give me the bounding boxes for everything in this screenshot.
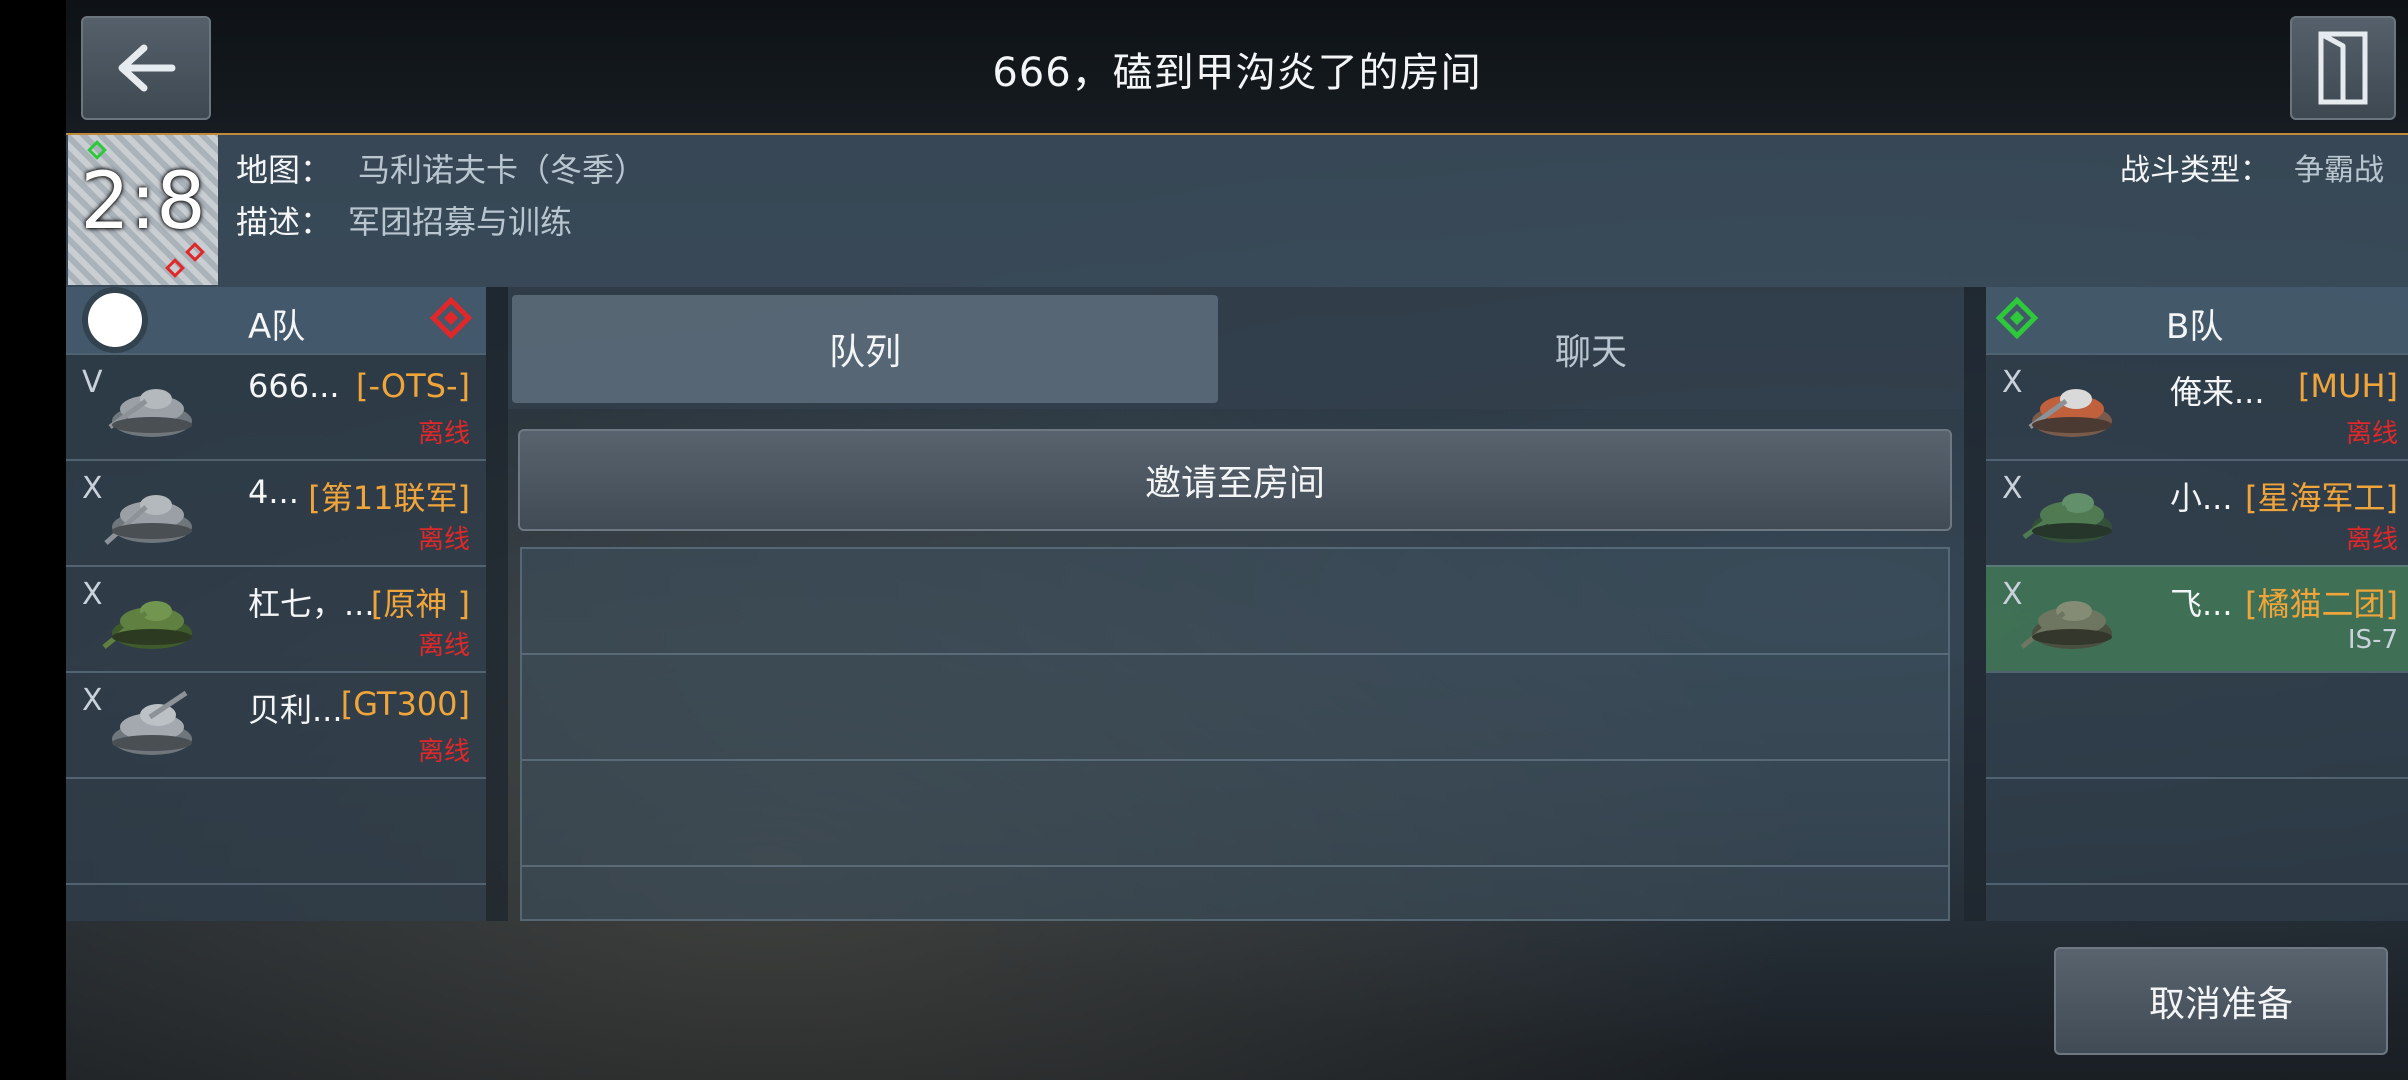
battle-type-label: 战斗类型：: [2120, 153, 2270, 188]
player-row[interactable]: V 666... [-OTS-] 离线: [66, 353, 486, 459]
list-divider: [522, 653, 1948, 655]
minimap-thumbnail[interactable]: 2:8: [68, 135, 218, 285]
team-b-name: B队: [2166, 307, 2224, 347]
empty-slot: [1986, 777, 2408, 883]
team-b-diamond-icon: [1995, 296, 2039, 340]
player-row[interactable]: X 俺来... [MUH] 离线: [1986, 353, 2408, 459]
player-name: 小...: [2170, 479, 2233, 517]
player-status: 离线: [417, 737, 470, 767]
player-row[interactable]: X 杠七，... [原神 ] 离线: [66, 565, 486, 671]
tank-icon: [2028, 389, 2112, 437]
exit-door-icon: [2318, 31, 2368, 105]
tank-icon: [2020, 601, 2112, 649]
list-divider: [522, 865, 1948, 867]
tank-icon: [2022, 493, 2112, 543]
player-name: 俺来...: [2170, 373, 2265, 411]
tank-icon: [102, 601, 192, 649]
room-screen: 666，磕到甲沟炎了的房间 2:8 地图： 马利诺夫卡（冬季） 描述： 军团招募…: [66, 0, 2408, 1080]
tab-bar: 队列 聊天: [508, 287, 1964, 409]
team-a-panel: A队 V 666... [-OTS-] 离线 X 4... [第11联军] 离线…: [66, 287, 486, 921]
map-value: 马利诺夫卡（冬季）: [358, 151, 647, 189]
tab-chat[interactable]: 聊天: [1218, 295, 1964, 403]
divider: [486, 287, 508, 921]
description-value: 军团招募与训练: [348, 203, 573, 241]
room-title: 666，磕到甲沟炎了的房间: [992, 50, 1482, 96]
empty-slot: [1986, 883, 2408, 921]
tank-icon: [112, 690, 192, 755]
team-b-panel: B队 X 俺来... [MUH] 离线 X 小... [星海军工] 离线 X 飞…: [1986, 287, 2408, 921]
empty-slot: [1986, 671, 2408, 777]
exit-room-button[interactable]: [2290, 16, 2396, 120]
player-row[interactable]: X 4... [第11联军] 离线: [66, 459, 486, 565]
map-label: 地图：: [236, 151, 333, 189]
middle-panel: 队列 聊天 邀请至房间: [486, 287, 1986, 921]
list-divider: [522, 759, 1948, 761]
map-info-bar: 2:8 地图： 马利诺夫卡（冬季） 描述： 军团招募与训练 战斗类型： 争霸战: [66, 135, 2408, 287]
player-status: 离线: [417, 525, 470, 555]
player-status: 离线: [2345, 525, 2398, 555]
player-row[interactable]: X 小... [星海军工] 离线: [1986, 459, 2408, 565]
player-clan: [GT300]: [340, 685, 470, 723]
player-name: 666...: [248, 367, 340, 405]
description-label: 描述：: [236, 203, 333, 241]
player-row[interactable]: X 贝利... [GT300] 离线: [66, 671, 486, 777]
battle-type-value: 争霸战: [2294, 153, 2384, 188]
player-clan: [星海军工]: [2245, 479, 2398, 517]
team-a-header: A队: [66, 287, 486, 353]
top-bar: 666，磕到甲沟炎了的房间: [66, 0, 2408, 135]
team-b-header: B队: [1986, 287, 2408, 353]
player-clan: [-OTS-]: [356, 367, 470, 405]
team-a-name: A队: [248, 307, 306, 347]
player-clan: [原神 ]: [370, 585, 470, 623]
player-clan: [MUH]: [2297, 367, 2398, 405]
player-row-selected[interactable]: X 飞... [橘猫二团] IS-7: [1986, 565, 2408, 671]
player-name: 4...: [248, 473, 299, 511]
player-name: 贝利...: [248, 691, 343, 729]
player-name: 飞...: [2170, 585, 2233, 623]
player-tank-type: IS-7: [2347, 625, 2398, 655]
tank-icon: [108, 389, 192, 437]
empty-slot: [66, 777, 486, 883]
player-name: 杠七，...: [248, 585, 375, 623]
invite-to-room-button[interactable]: 邀请至房间: [518, 429, 1952, 531]
player-status: 离线: [417, 419, 470, 449]
tab-queue[interactable]: 队列: [512, 295, 1218, 403]
empty-slot: [66, 883, 486, 921]
player-status: 离线: [417, 631, 470, 661]
queue-list: [520, 547, 1950, 921]
red-base-icon: [165, 258, 185, 278]
tank-icon: [104, 495, 192, 545]
player-clan: [第11联军]: [308, 479, 470, 517]
player-clan: [橘猫二团]: [2245, 585, 2398, 623]
team-ratio: 2:8: [80, 157, 206, 247]
divider: [1964, 287, 1986, 921]
cancel-ready-button[interactable]: 取消准备: [2054, 947, 2388, 1055]
ready-toggle[interactable]: [88, 293, 142, 347]
team-a-diamond-icon: [429, 296, 473, 340]
player-status: 离线: [2345, 419, 2398, 449]
